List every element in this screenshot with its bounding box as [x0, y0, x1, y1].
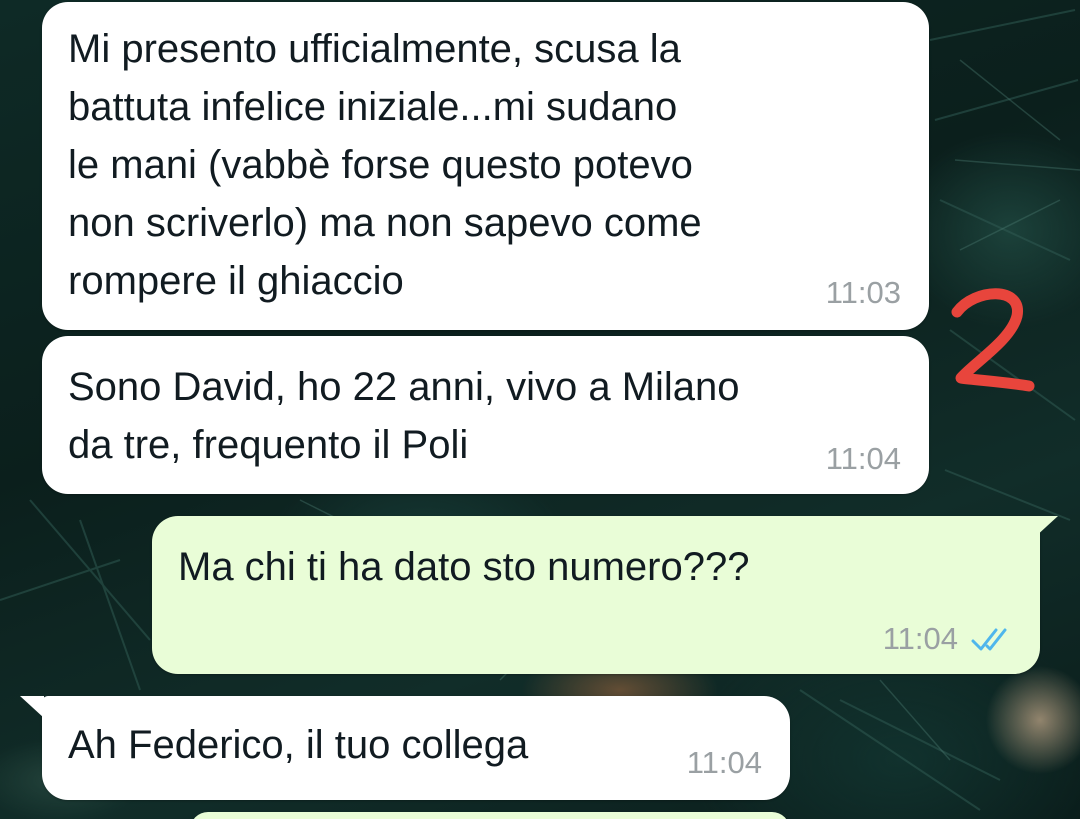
- message-text: Ma chi ti ha dato sto numero???: [178, 545, 750, 589]
- message-bubble-incoming[interactable]: Ah Federico, il tuo collega 11:04: [42, 696, 790, 800]
- message-bubble-incoming[interactable]: Mi presento ufficialmente, scusa la batt…: [42, 2, 929, 330]
- double-check-icon: [971, 628, 1007, 651]
- message-text: Sono David, ho 22 anni, vivo a Milano da…: [68, 365, 740, 467]
- bubble-tail: [1034, 516, 1058, 538]
- message-text: Mi presento ufficialmente, scusa la batt…: [68, 27, 702, 303]
- handwritten-annotation: [951, 288, 1035, 392]
- message-text: Ah Federico, il tuo collega: [68, 723, 529, 767]
- message-bubble-incoming[interactable]: Sono David, ho 22 anni, vivo a Milano da…: [42, 336, 929, 494]
- bubble-tail: [20, 696, 44, 718]
- message-timestamp: 11:04: [825, 441, 901, 476]
- message-timestamp: 11:04: [882, 621, 958, 656]
- message-timestamp: 11:03: [825, 275, 901, 310]
- next-bubble-edge: [190, 812, 790, 819]
- message-bubble-outgoing[interactable]: Ma chi ti ha dato sto numero??? 11:04: [152, 516, 1040, 674]
- message-timestamp: 11:04: [686, 745, 762, 780]
